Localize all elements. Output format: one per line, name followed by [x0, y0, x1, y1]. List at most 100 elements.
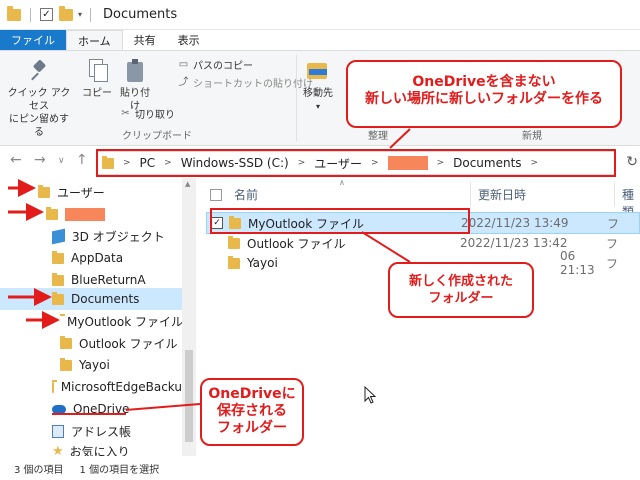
callout-line: OneDriveに — [208, 386, 296, 402]
shortcut-icon: ⤴ — [178, 77, 189, 88]
folder-icon — [38, 184, 50, 198]
folder-icon — [60, 335, 72, 349]
nav-item-outlook[interactable]: Outlook ファイル — [0, 332, 182, 354]
callout-line: フォルダー — [217, 420, 287, 436]
sort-ascending-icon: ∧ — [339, 178, 345, 187]
divider — [614, 182, 615, 206]
nav-item-label: BlueReturnA — [71, 273, 146, 287]
clipboard-group-label: クリップボード — [122, 131, 192, 142]
window-title: Documents — [103, 7, 178, 22]
nav-item-appdata[interactable]: AppData — [0, 247, 180, 269]
folder-icon — [52, 250, 64, 264]
copy-path-button[interactable]: ▭ パスのコピー — [178, 57, 253, 72]
folder-icon — [46, 206, 58, 220]
callout-line: フォルダー — [428, 291, 494, 306]
copy-button[interactable]: コピー — [82, 59, 112, 100]
nav-item-label: 3D オブジェクト — [72, 229, 165, 244]
nav-item-contacts[interactable]: アドレス帳 — [0, 420, 182, 442]
refresh-icon[interactable]: ↻ — [626, 154, 638, 170]
item-count: 3 個の項目 — [14, 464, 64, 476]
forward-arrow-icon[interactable]: → — [34, 152, 46, 168]
new-folder-highlight-frame — [210, 208, 470, 234]
folder-icon — [52, 272, 64, 286]
folder-icon — [228, 235, 240, 249]
tab-home[interactable]: ホーム — [66, 30, 123, 50]
folder-icon — [52, 291, 64, 305]
organize-group-label: 整理 — [368, 131, 388, 142]
navigation-pane: ユーザー 3D オブジェクト AppData BlueReturnA Docum… — [0, 178, 196, 456]
nav-item-users[interactable]: ユーザー — [0, 181, 180, 203]
nav-item-documents[interactable]: Documents — [0, 288, 182, 310]
pin-icon — [31, 61, 47, 83]
column-header-name[interactable]: 名前 — [234, 186, 258, 203]
redacted-username — [65, 207, 105, 221]
nav-item-user-profile[interactable] — [0, 203, 180, 225]
paste-button[interactable]: 貼り付け — [116, 59, 154, 113]
new-folder-icon[interactable] — [59, 5, 73, 21]
nav-item-label: MicrosoftEdgeBacku — [60, 380, 182, 394]
divider — [90, 7, 92, 22]
file-name: Outlook ファイル — [247, 236, 346, 251]
nav-item-3d-objects[interactable]: 3D オブジェクト — [0, 225, 180, 247]
nav-item-label: MyOutlook ファイル — [67, 314, 183, 329]
nav-item-label: Yayoi — [79, 358, 110, 372]
selected-count: 1 個の項目を選択 — [79, 464, 160, 476]
divider — [470, 182, 471, 206]
divider — [296, 55, 297, 141]
nav-item-onedrive[interactable]: OneDrive — [0, 398, 182, 420]
up-arrow-icon[interactable]: ↑ — [76, 152, 88, 168]
nav-item-edge-backup[interactable]: MicrosoftEdgeBacku — [0, 376, 182, 398]
tab-file[interactable]: ファイル — [0, 30, 66, 50]
nav-item-label: お気に入り — [69, 444, 130, 457]
file-date: 2022/11/23 13:49 — [461, 216, 569, 230]
nav-item-label: OneDrive — [73, 402, 130, 416]
scroll-thumb[interactable] — [185, 350, 193, 442]
pin-label-line1: クイック アクセス — [7, 88, 71, 112]
callout-line: 新しく作成された — [408, 274, 513, 289]
file-type: フ — [606, 236, 619, 251]
back-arrow-icon[interactable]: ← — [10, 152, 22, 168]
recent-chevron-icon[interactable]: ∨ — [58, 156, 65, 166]
scissors-icon: ✂ — [121, 108, 130, 119]
nav-item-label: Documents — [71, 292, 140, 306]
tab-view[interactable]: 表示 — [167, 30, 211, 50]
paste-shortcut-button[interactable]: ⤴ ショートカットの貼り付け — [178, 75, 314, 90]
nav-item-favorites[interactable]: ★ お気に入り — [0, 440, 182, 457]
scroll-up-icon[interactable]: ▲ — [185, 180, 190, 188]
move-to-button[interactable]: 移動先 ▾ — [300, 59, 336, 113]
nav-item-myoutlook[interactable]: MyOutlook ファイル — [0, 310, 183, 332]
properties-icon[interactable]: ✓ — [40, 8, 53, 21]
callout-new-folder: 新しく作成された フォルダー — [388, 262, 534, 318]
folder-icon — [228, 255, 240, 269]
column-header-date[interactable]: 更新日時 — [478, 186, 526, 203]
folder-icon — [7, 5, 21, 21]
file-name: Yayoi — [247, 256, 278, 270]
folder-icon — [60, 357, 72, 371]
nav-item-label: AppData — [71, 251, 124, 265]
select-all-checkbox[interactable] — [210, 189, 222, 201]
chevron-down-icon: ▾ — [315, 102, 320, 111]
callout-new-location: OneDriveを含まない 新しい場所に新しいフォルダーを作る — [346, 60, 622, 128]
nav-item-label: Outlook ファイル — [79, 336, 178, 351]
new-group-label: 新規 — [522, 131, 542, 142]
copy-label: コピー — [82, 88, 112, 99]
callout-line: OneDriveを含まない — [412, 74, 556, 90]
copy-icon — [87, 59, 108, 83]
star-icon: ★ — [52, 443, 64, 457]
nav-scrollbar[interactable]: ▲ — [182, 178, 196, 456]
move-to-label: 移動先 — [303, 88, 333, 99]
copy-path-label: パスのコピー — [193, 61, 253, 72]
pin-quick-access-button[interactable]: クイック アクセス にピン留めする — [6, 61, 72, 139]
tab-share[interactable]: 共有 — [123, 30, 167, 50]
copy-path-icon: ▭ — [178, 59, 189, 70]
callout-onedrive: OneDriveに 保存される フォルダー — [200, 378, 304, 446]
address-highlight-frame — [96, 149, 616, 177]
paste-shortcut-label: ショートカットの貼り付け — [193, 79, 313, 90]
file-type: フ — [606, 256, 619, 271]
title-bar: ✓ ▾ Documents — [0, 0, 640, 30]
3d-objects-icon — [52, 228, 65, 244]
nav-item-yayoi[interactable]: Yayoi — [0, 354, 182, 376]
pin-label-line2: にピン留めする — [9, 114, 69, 138]
chevron-down-icon[interactable]: ▾ — [78, 10, 82, 19]
cut-button[interactable]: ✂ 切り取り — [120, 106, 175, 121]
